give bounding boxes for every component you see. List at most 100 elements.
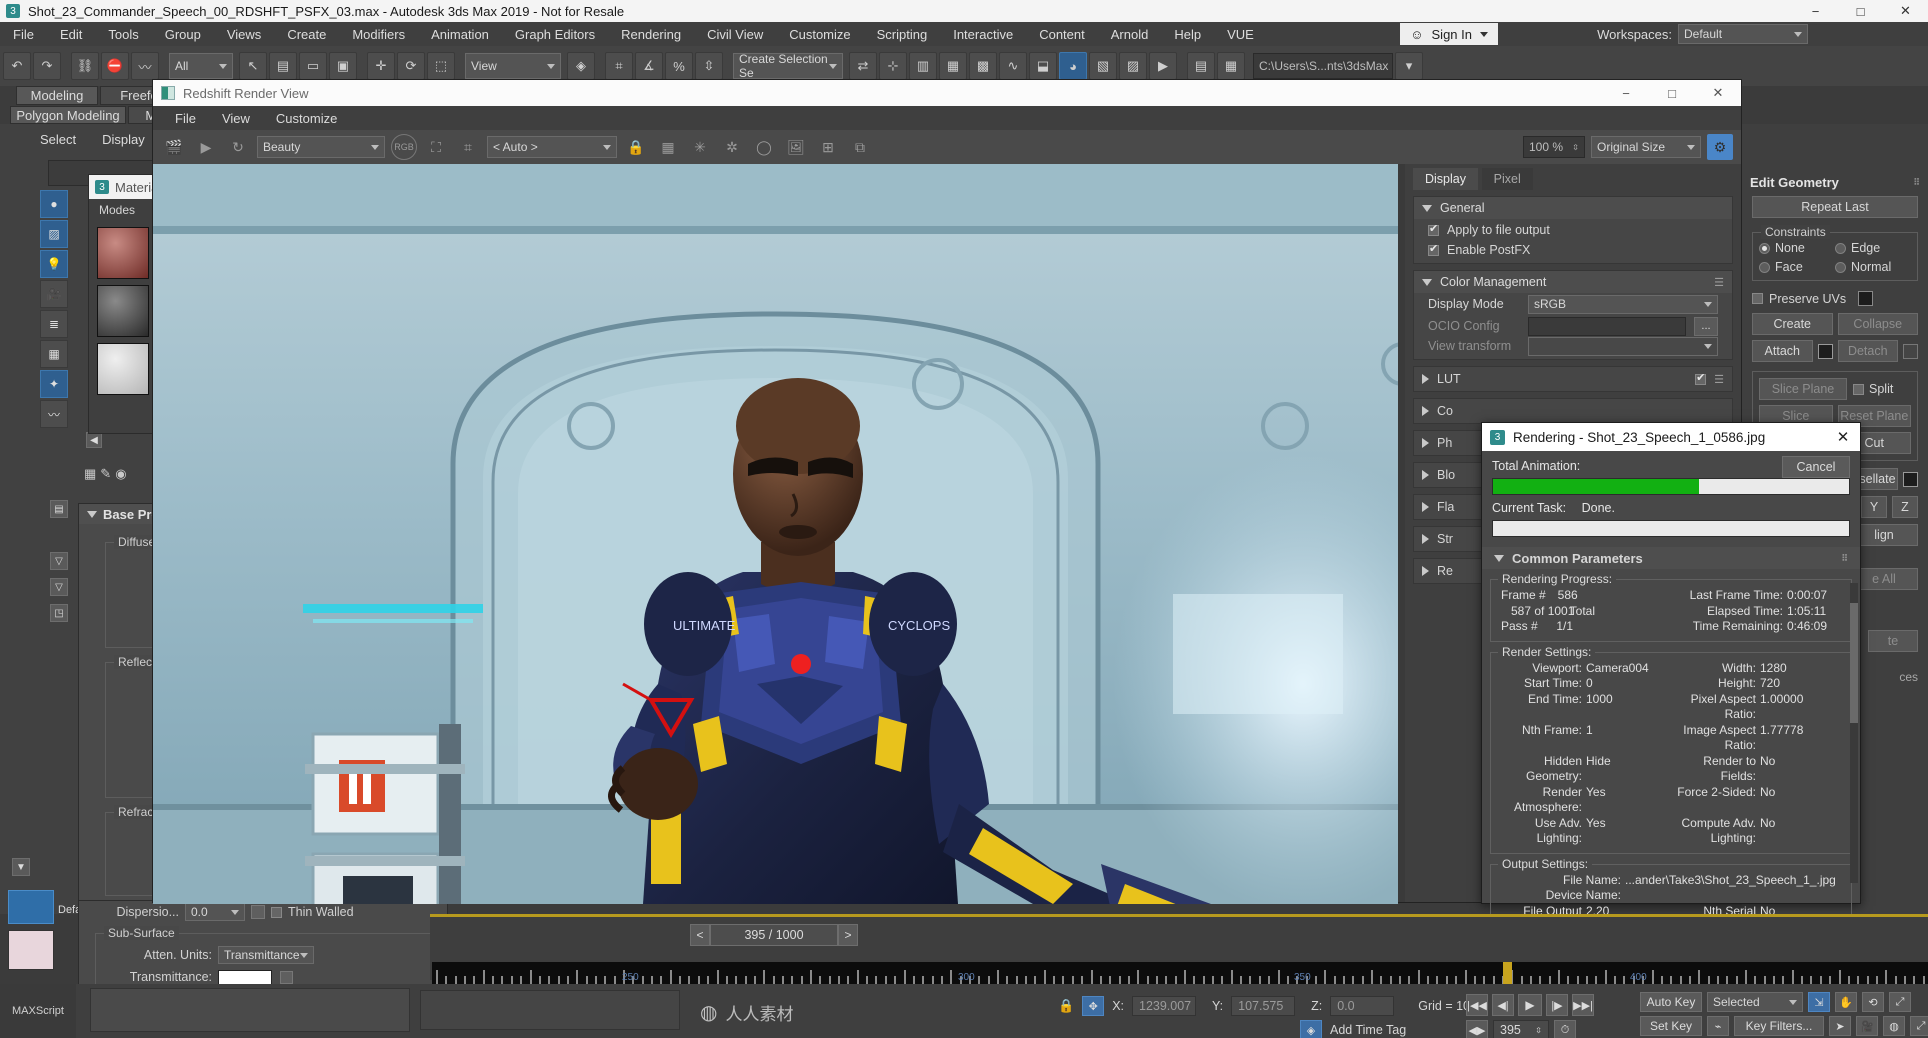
key-mode-select[interactable]: Selected <box>1707 992 1803 1012</box>
rsv-menu-view[interactable]: View <box>222 111 250 126</box>
playhead[interactable] <box>1502 962 1512 984</box>
zoom-extents-icon[interactable]: ⤢ <box>1889 992 1911 1012</box>
dispersion-select[interactable]: 0.0 <box>185 903 245 921</box>
lock-icon[interactable]: 🔒 <box>1058 998 1074 1014</box>
render-production-icon[interactable]: ▶ <box>1149 52 1177 80</box>
menu-item-help[interactable]: Help <box>1161 24 1214 45</box>
material-editor-icon[interactable]: ◕ <box>1059 52 1087 80</box>
lut-box[interactable]: LUT ☰ <box>1413 366 1733 392</box>
view-transform-select[interactable] <box>1528 336 1718 356</box>
frame-display[interactable]: 395 / 1000 <box>710 924 838 946</box>
workspace-grid-icon[interactable]: ▦ <box>1217 52 1245 80</box>
goto-end-icon[interactable]: ▶▶| <box>1572 994 1594 1016</box>
next-key-icon[interactable]: |▶ <box>1546 994 1568 1016</box>
cp-select-label[interactable]: Select <box>40 132 76 154</box>
play-animation-icon[interactable]: ▶ <box>1518 994 1542 1016</box>
y-input[interactable]: 107.575 <box>1231 996 1296 1016</box>
tab-display[interactable]: Display <box>1413 168 1478 190</box>
color-chip[interactable] <box>8 890 54 924</box>
dialog-scrollbar-thumb[interactable] <box>1850 603 1858 723</box>
material-preview-chip[interactable] <box>8 930 54 970</box>
me-menu-modes[interactable]: Modes <box>99 203 135 217</box>
axis-z-button[interactable]: Z <box>1892 496 1918 518</box>
named-selection-set-select[interactable]: Create Selection Se <box>733 52 843 80</box>
set-key-filter-icon[interactable]: ⇲ <box>1808 992 1830 1012</box>
grid-overlay-icon[interactable]: ▦ <box>655 134 681 160</box>
rsv-menu-file[interactable]: File <box>175 111 196 126</box>
next-frame-button[interactable]: > <box>838 924 858 946</box>
add-time-tag-control[interactable]: ◈ Add Time Tag <box>1300 1020 1406 1038</box>
repeat-last-button[interactable]: Repeat Last <box>1752 196 1918 218</box>
project-path-field[interactable]: C:\Users\S...nts\3dsMax <box>1253 53 1393 79</box>
menu-item-animation[interactable]: Animation <box>418 24 502 45</box>
pin-icon[interactable]: ◳ <box>50 604 68 622</box>
set-key-button[interactable]: Set Key <box>1640 1016 1702 1036</box>
spinner-icon[interactable]: ⇳ <box>1572 143 1579 152</box>
schematic-view-icon[interactable]: ⬓ <box>1029 52 1057 80</box>
space-warp-icon[interactable]: 〰 <box>40 400 68 428</box>
helper-sublevel-icon[interactable]: ✦ <box>40 370 68 398</box>
ribbon-toggle-icon[interactable]: ▩ <box>969 52 997 80</box>
tessellate-settings-icon[interactable] <box>1903 471 1918 487</box>
reference-coord-select[interactable]: View <box>465 53 561 79</box>
menu-item-interactive[interactable]: Interactive <box>940 24 1026 45</box>
snapshot-all-icon[interactable]: ✲ <box>719 134 745 160</box>
menu-item-customize[interactable]: Customize <box>776 24 863 45</box>
key-filters-button[interactable]: Key Filters... <box>1734 1016 1824 1036</box>
ocio-config-input[interactable] <box>1528 316 1686 336</box>
constraint-edge[interactable]: Edge <box>1835 241 1880 255</box>
expand-down-icon[interactable]: ▼ <box>12 858 30 876</box>
close-icon[interactable]: ✕ <box>1883 0 1928 22</box>
split-toggle[interactable]: Split <box>1853 382 1911 396</box>
render-setup-icon[interactable]: ▧ <box>1089 52 1117 80</box>
panel-collapse-left-icon[interactable]: ◀ <box>86 432 102 448</box>
select-scale-icon[interactable]: ⬚ <box>427 52 455 80</box>
dispersion-map-button[interactable] <box>251 905 265 919</box>
lut-checkbox[interactable] <box>1695 371 1707 385</box>
spinner-icon[interactable]: ⇳ <box>1535 1026 1542 1035</box>
time-slider[interactable]: < 395 / 1000 > <box>690 924 858 946</box>
maximize-icon[interactable]: □ <box>1838 0 1883 22</box>
menu-item-edit[interactable]: Edit <box>47 24 95 45</box>
preserve-uvs-checkbox[interactable] <box>1752 293 1763 304</box>
region-select[interactable]: < Auto > <box>487 136 617 158</box>
camera-view-icon[interactable]: 🎥 <box>1856 1016 1878 1036</box>
detach-button[interactable]: Detach <box>1837 340 1898 362</box>
attach-button[interactable]: Attach <box>1752 340 1813 362</box>
absolute-mode-icon[interactable]: ✥ <box>1082 996 1105 1016</box>
mesh-icon[interactable]: ▦ <box>84 466 96 492</box>
workspaces-select[interactable]: Default <box>1678 24 1808 44</box>
track-bar[interactable]: 250300350400450 <box>432 962 1928 984</box>
camera-sublevel-icon[interactable]: 🎥 <box>40 280 68 308</box>
transmittance-map-button[interactable] <box>280 970 293 984</box>
select-by-name-icon[interactable]: ▤ <box>269 52 297 80</box>
rect-select-region-icon[interactable]: ▭ <box>299 52 327 80</box>
list-sublevel-icon[interactable]: ≣ <box>40 310 68 338</box>
percent-snap-icon[interactable]: % <box>665 52 693 80</box>
light-sublevel-icon[interactable]: 💡 <box>40 250 68 278</box>
detach-settings-icon[interactable] <box>1903 343 1918 359</box>
close-icon[interactable]: ✕ <box>1695 80 1741 106</box>
crop-region-icon[interactable]: ⌗ <box>455 134 481 160</box>
use-pivot-center-icon[interactable]: ◈ <box>567 52 595 80</box>
collapsed-box-co[interactable]: Co <box>1413 398 1733 424</box>
edit-geometry-header[interactable]: Edit Geometry ⠿ <box>1742 172 1928 192</box>
axis-y-button[interactable]: Y <box>1861 496 1887 518</box>
maxscript-mini-listener[interactable]: MAXScript <box>0 984 76 1038</box>
menu-item-content[interactable]: Content <box>1026 24 1098 45</box>
filter-icon[interactable]: ▽ <box>50 552 68 570</box>
key-mode-icon[interactable]: ◀▶ <box>1466 1020 1488 1038</box>
spinner-snap-icon[interactable]: ⇳ <box>695 52 723 80</box>
render-frame-window-icon[interactable]: ▨ <box>1119 52 1147 80</box>
layer-explorer-icon[interactable]: ▥ <box>909 52 937 80</box>
play-render-icon[interactable]: ▶ <box>193 134 219 160</box>
align-icon[interactable]: ⊹ <box>879 52 907 80</box>
undo-icon[interactable]: ↶ <box>3 52 31 80</box>
snapshot-icon[interactable]: ✳ <box>687 134 713 160</box>
orbit-icon[interactable]: ◍ <box>1883 1016 1905 1036</box>
display-mode-select[interactable]: sRGB <box>1528 294 1718 314</box>
render-clapper-icon[interactable]: 🎬 <box>161 134 187 160</box>
eye-icon[interactable]: ◉ <box>115 466 126 492</box>
menu-item-graph-editors[interactable]: Graph Editors <box>502 24 608 45</box>
snap-toggle-icon[interactable]: ⌗ <box>605 52 633 80</box>
